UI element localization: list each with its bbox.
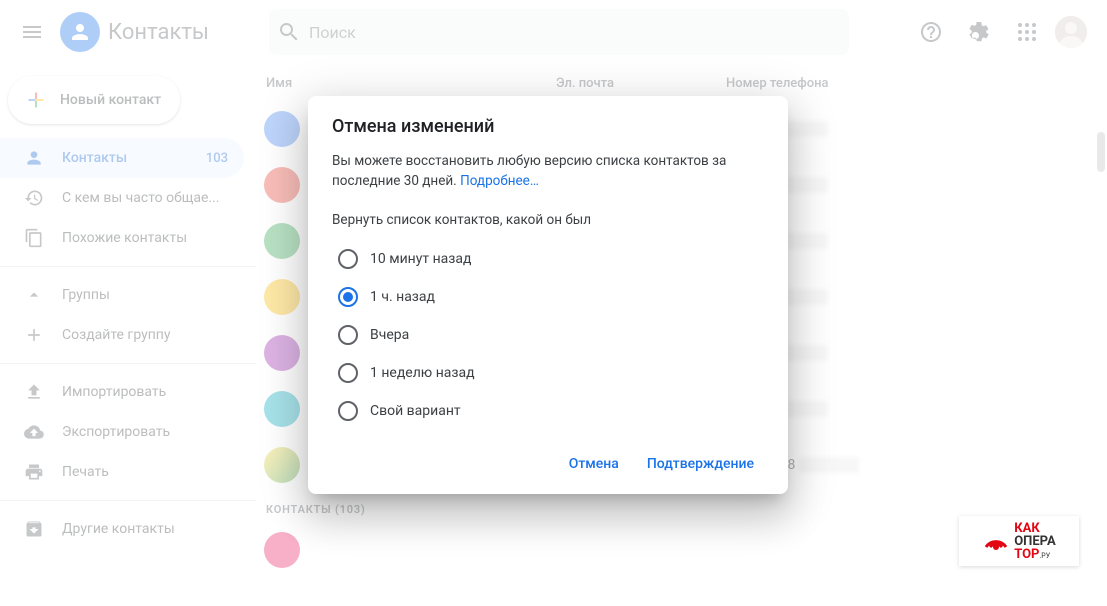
watermark-icon (982, 527, 1010, 555)
radio-icon (338, 401, 358, 421)
radio-option[interactable]: Свой вариант (332, 392, 764, 430)
dialog-subhead: Вернуть список контактов, какой он был (332, 212, 764, 228)
radio-option[interactable]: Вчера (332, 316, 764, 354)
dialog-title: Отмена изменений (332, 116, 764, 137)
radio-label: 10 минут назад (370, 251, 471, 267)
cancel-button[interactable]: Отмена (559, 448, 629, 480)
radio-icon (338, 249, 358, 269)
radio-icon (338, 325, 358, 345)
undo-changes-dialog: Отмена изменений Вы можете восстановить … (308, 96, 788, 494)
radio-label: Вчера (370, 327, 409, 343)
watermark: КАК ОПЕРА ТОР.РУ (959, 516, 1079, 566)
radio-option[interactable]: 1 ч. назад (332, 278, 764, 316)
radio-icon (338, 363, 358, 383)
confirm-button[interactable]: Подтверждение (637, 448, 764, 480)
radio-icon (338, 287, 358, 307)
watermark-text: КАК ОПЕРА ТОР.РУ (1014, 522, 1056, 561)
learn-more-link[interactable]: Подробнее… (460, 173, 539, 189)
radio-label: 1 неделю назад (370, 365, 475, 381)
radio-label: 1 ч. назад (370, 289, 435, 305)
dialog-description: Вы можете восстановить любую версию спис… (332, 151, 764, 192)
radio-option[interactable]: 1 неделю назад (332, 354, 764, 392)
dialog-actions: Отмена Подтверждение (332, 448, 764, 484)
radio-option[interactable]: 10 минут назад (332, 240, 764, 278)
radio-label: Свой вариант (370, 403, 461, 419)
